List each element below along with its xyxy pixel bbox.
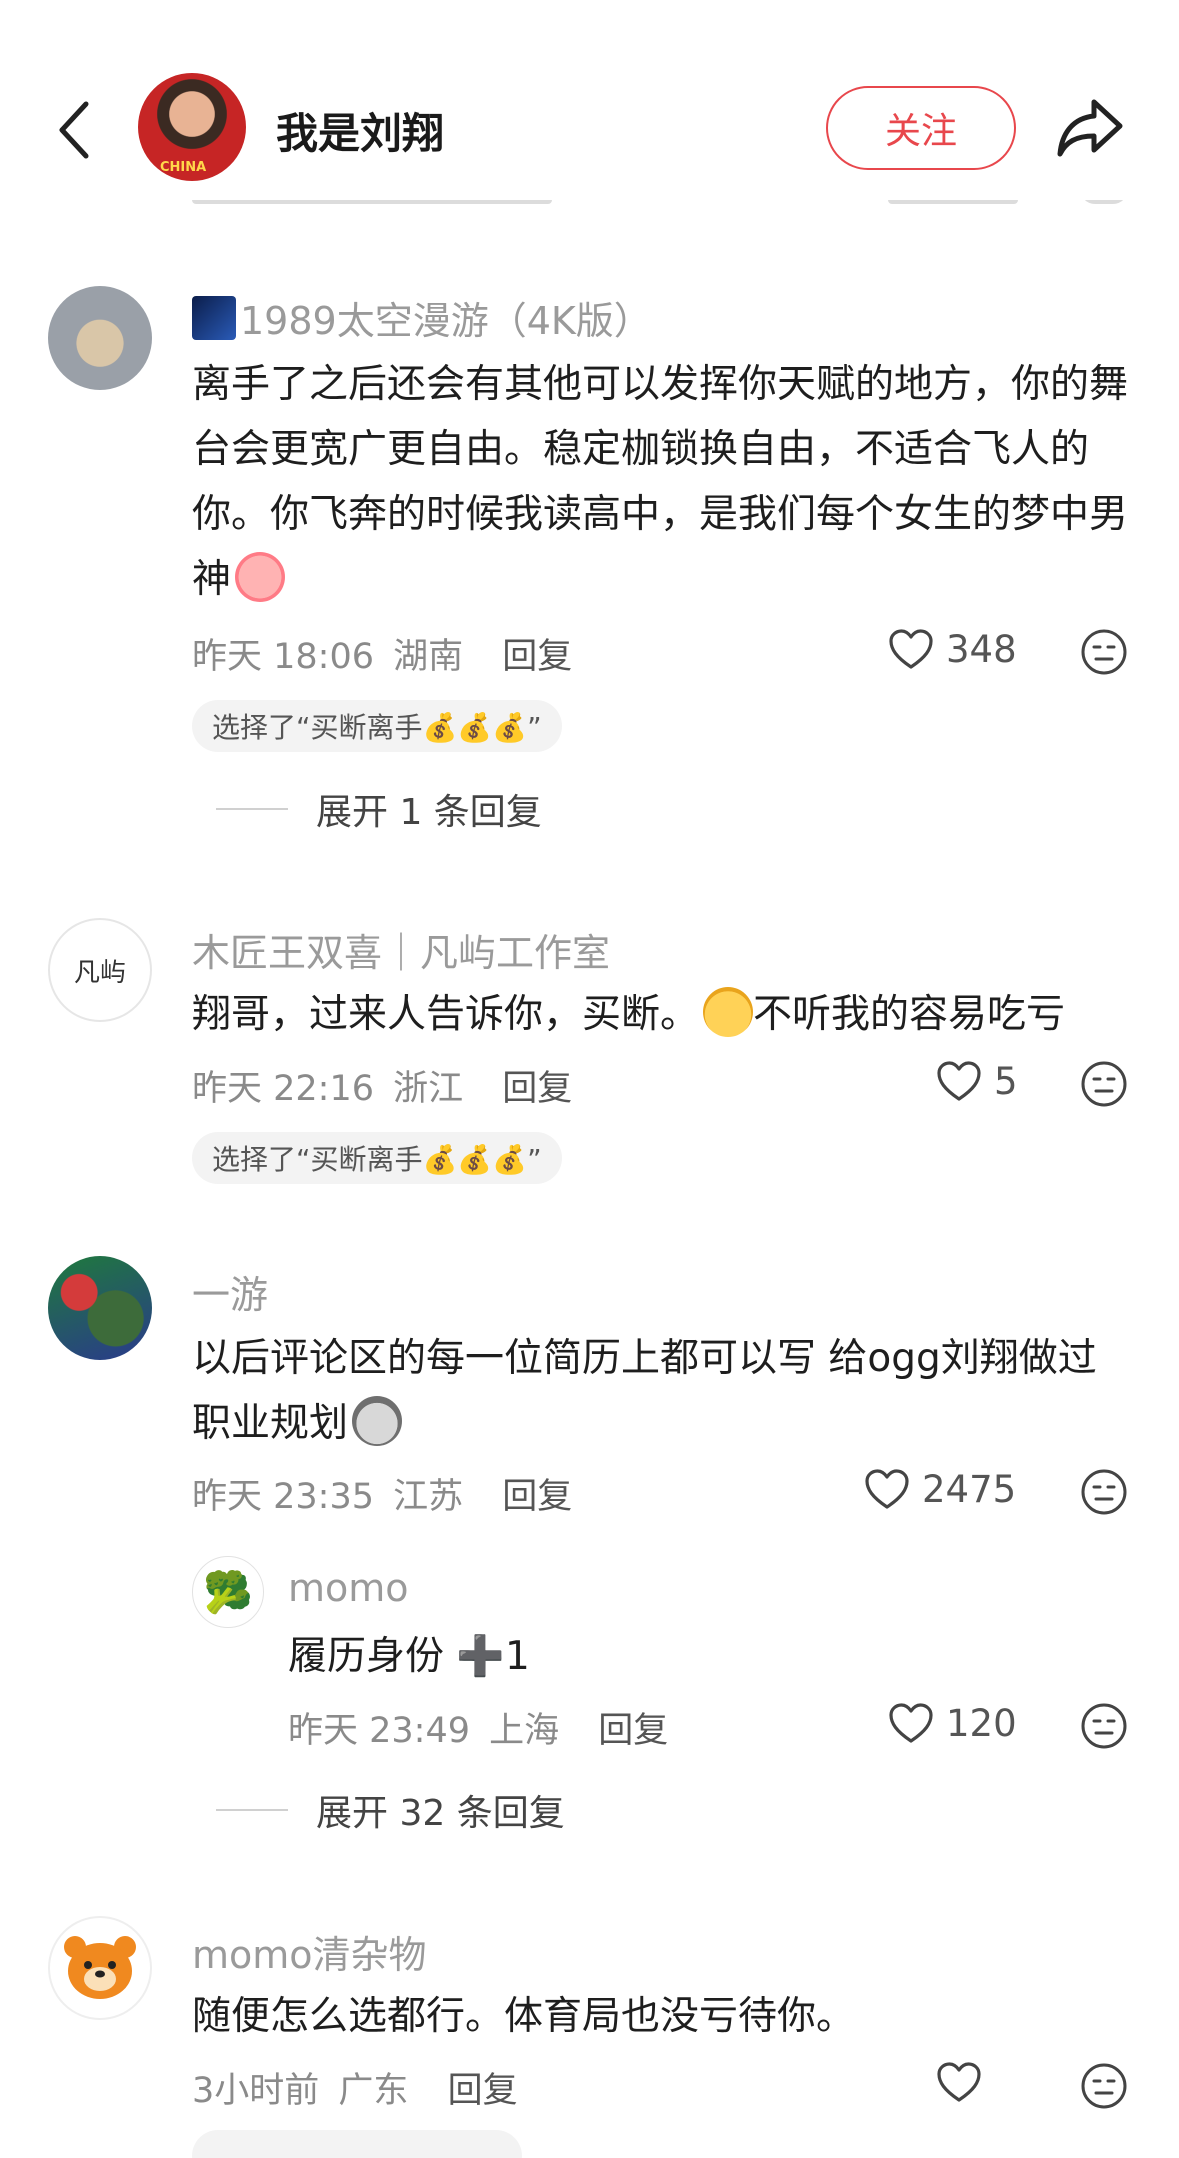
expand-replies-button[interactable]: 展开 1 条回复 (216, 783, 542, 835)
like-button[interactable]: 348 (888, 628, 1017, 671)
avatar-jersey-text: CHINA (160, 160, 207, 175)
like-button[interactable]: 120 (888, 1702, 1017, 1745)
reply-avatar[interactable]: 🥦 (192, 1556, 264, 1628)
comment-time: 3小时前 (192, 2071, 320, 2111)
vote-choice-badge-partial (192, 2130, 522, 2158)
emoji-reaction-icon[interactable] (1080, 1060, 1128, 1108)
broccoli-icon: 🥦 (203, 1569, 253, 1616)
comment-location: 湖南 (393, 637, 464, 677)
expand-divider (216, 1809, 288, 1811)
bear-face-icon (64, 1936, 136, 1999)
share-button[interactable] (1054, 96, 1126, 160)
comment-location: 江苏 (393, 1477, 464, 1517)
vote-choice-badge: 选择了“买断离手💰💰💰” (192, 1132, 562, 1184)
like-count: 120 (946, 1702, 1017, 1745)
emoji-reaction-icon[interactable] (1080, 1702, 1128, 1750)
commenter-avatar[interactable] (48, 286, 152, 390)
like-button[interactable] (936, 2062, 994, 2104)
commenter-name[interactable]: momo清杂物 (192, 1924, 427, 1979)
reply-button[interactable]: 回复 (502, 1069, 572, 1109)
expand-replies-label: 展开 1 条回复 (316, 792, 542, 833)
reply-location: 上海 (489, 1711, 560, 1751)
reply-time: 昨天 23:49 (288, 1711, 470, 1751)
reply-meta: 昨天 23:49 上海 回复 (288, 1702, 668, 1753)
heart-icon (937, 1060, 981, 1101)
heart-icon (865, 1468, 909, 1509)
back-button[interactable] (48, 95, 98, 165)
comment-text: 离手了之后还会有其他可以发挥你天赋的地方，你的舞台会更宽广更自由。稳定枷锁换自由… (192, 352, 1132, 612)
like-button[interactable]: 2475 (864, 1468, 1016, 1511)
heart-icon (889, 628, 933, 669)
reply-text: 履历身份 ➕1 (288, 1634, 530, 1679)
comment-time: 昨天 23:35 (192, 1477, 374, 1517)
chevron-left-icon (59, 101, 89, 159)
comment-text-content: 离手了之后还会有其他可以发挥你天赋的地方，你的舞台会更宽广更自由。稳定枷锁换自由… (192, 362, 1129, 602)
author-name[interactable]: 我是刘翔 (276, 100, 444, 161)
comment-text-tail: 不听我的容易吃亏 (753, 992, 1066, 1037)
heart-icon (889, 1702, 933, 1743)
commenter-name[interactable]: 木匠王双喜｜凡屿工作室 (192, 922, 610, 977)
comment-text: 以后评论区的每一位简历上都可以写 给ogg刘翔做过职业规划 (192, 1326, 1132, 1456)
comment-meta: 昨天 18:06 湖南 回复 (192, 628, 572, 679)
commenter-name[interactable]: 1989太空漫游（4K版） (192, 290, 652, 345)
heart-icon (937, 2062, 981, 2102)
emoji-reaction-icon[interactable] (1080, 2062, 1128, 2110)
pear-face-emoji-icon (703, 987, 754, 1037)
expand-replies-button[interactable]: 展开 32 条回复 (216, 1784, 565, 1836)
comment-meta: 3小时前 广东 回复 (192, 2062, 518, 2113)
expand-divider (216, 808, 288, 810)
vote-choice-badge: 选择了“买断离手💰💰💰” (192, 700, 562, 752)
reply-button[interactable]: 回复 (598, 1711, 668, 1751)
emoji-reaction-icon[interactable] (1080, 628, 1128, 676)
like-count: 348 (946, 628, 1017, 671)
author-avatar[interactable]: CHINA (138, 73, 246, 181)
commenter-avatar[interactable]: 凡屿 (48, 918, 152, 1022)
like-count: 2475 (922, 1468, 1017, 1511)
comment-location: 浙江 (393, 1069, 464, 1109)
comment-text-content: 以后评论区的每一位简历上都可以写 给ogg刘翔做过职业规划 (192, 1336, 1097, 1446)
share-arrow-icon (1057, 99, 1123, 157)
expand-replies-label: 展开 32 条回复 (316, 1793, 565, 1834)
commenter-avatar[interactable] (48, 1916, 152, 2020)
emoji-reaction-icon[interactable] (1080, 1468, 1128, 1516)
like-count: 5 (994, 1060, 1018, 1103)
comment-meta: 昨天 22:16 浙江 回复 (192, 1060, 572, 1111)
commenter-name-text: 1989太空漫游（4K版） (240, 299, 652, 343)
commenter-avatar[interactable] (48, 1256, 152, 1360)
comment-time: 昨天 22:16 (192, 1069, 374, 1109)
reply-button[interactable]: 回复 (448, 2071, 518, 2111)
comment-text-content: 翔哥，过来人告诉你，买断。 (192, 992, 700, 1037)
crying-face-emoji-icon (235, 552, 286, 602)
comment-text: 翔哥，过来人告诉你，买断。 不听我的容易吃亏 (192, 982, 1132, 1047)
comment-text: 随便怎么选都行。体育局也没亏待你。 (192, 1994, 856, 2039)
cat-face-emoji-icon (352, 1396, 403, 1446)
top-bar: CHINA 我是刘翔 关注 (0, 0, 1179, 200)
like-button[interactable]: 5 (936, 1060, 1018, 1103)
comment-time: 昨天 18:06 (192, 637, 374, 677)
follow-button[interactable]: 关注 (826, 86, 1016, 170)
comment-meta: 昨天 23:35 江苏 回复 (192, 1468, 572, 1519)
avatar-logo-text: 凡屿 (73, 957, 126, 988)
comment-location: 广东 (338, 2071, 409, 2111)
galaxy-badge-icon (192, 296, 236, 340)
commenter-name[interactable]: 一游 (192, 1264, 268, 1319)
reply-username[interactable]: momo (288, 1566, 409, 1610)
scrolled-off-row (0, 196, 1179, 224)
reply-button[interactable]: 回复 (502, 1477, 572, 1517)
reply-button[interactable]: 回复 (502, 637, 572, 677)
